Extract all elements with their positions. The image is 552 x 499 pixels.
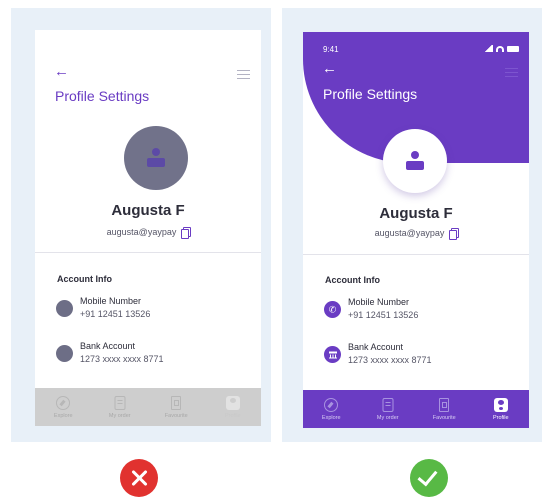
nav-item-profile[interactable]: Profile	[205, 388, 262, 426]
avatar[interactable]	[383, 129, 447, 193]
mobile-number-value: +91 12451 13526	[348, 310, 419, 320]
nav-label-favourite: Favourite	[432, 415, 456, 421]
page-title: Profile Settings	[323, 86, 418, 102]
phone-icon	[56, 300, 73, 317]
nav-label-favourite: Favourite	[164, 413, 188, 419]
email-row: augusta@yaypay	[35, 227, 261, 239]
bank-icon	[56, 345, 73, 362]
copy-icon[interactable]	[181, 227, 192, 239]
profile-name: Augusta F	[379, 205, 453, 222]
nav-label-explore: Explore	[321, 415, 341, 421]
profile-icon	[493, 398, 508, 412]
nav-item-explore[interactable]: Explore	[35, 388, 92, 426]
person-icon	[147, 148, 165, 168]
bank-account-label: Bank Account	[80, 341, 136, 351]
profile-email: augusta@yaypay	[374, 228, 445, 238]
bad-phone-screen: ← Profile Settings Augusta F augusta@yay…	[35, 30, 261, 426]
nav-item-explore[interactable]: Explore	[303, 390, 360, 428]
compass-icon	[56, 396, 71, 410]
divider	[35, 252, 261, 253]
nav-label-my-order: My order	[108, 413, 131, 419]
bottom-navigation: Explore My order Favourite Profile	[35, 388, 261, 426]
nav-label-my-order: My order	[376, 415, 399, 421]
profile-name: Augusta F	[111, 202, 185, 219]
account-info-heading: Account Info	[57, 274, 112, 284]
battery-icon	[507, 45, 519, 52]
nav-item-my-order[interactable]: My order	[92, 388, 149, 426]
divider	[303, 254, 529, 255]
mobile-number-value: +91 12451 13526	[80, 309, 151, 319]
profile-icon	[225, 396, 240, 410]
bad-example-panel: ← Profile Settings Augusta F augusta@yay…	[11, 8, 271, 442]
nav-label-profile: Profile	[224, 413, 241, 419]
bank-icon	[324, 346, 341, 363]
bank-account-value: 1273 xxxx xxxx 8771	[348, 355, 432, 365]
email-row: augusta@yaypay	[303, 228, 529, 240]
nav-item-profile[interactable]: Profile	[473, 390, 530, 428]
signal-icon	[484, 45, 493, 52]
status-icons	[484, 45, 519, 52]
compass-icon	[324, 398, 339, 412]
back-arrow-icon[interactable]: ←	[54, 64, 69, 79]
nav-label-profile: Profile	[492, 415, 509, 421]
phone-icon: ✆	[324, 301, 341, 318]
bookmark-icon	[439, 398, 450, 412]
cross-icon	[120, 459, 158, 497]
avatar[interactable]	[124, 126, 188, 190]
status-time: 9:41	[323, 45, 339, 54]
bottom-navigation: Explore My order Favourite Profile	[303, 390, 529, 428]
copy-icon[interactable]	[449, 228, 460, 240]
profile-email: augusta@yaypay	[106, 227, 177, 237]
document-icon	[382, 398, 394, 412]
wifi-icon	[496, 45, 504, 52]
account-info-heading: Account Info	[325, 275, 380, 285]
mobile-number-label: Mobile Number	[348, 297, 410, 307]
bank-account-label: Bank Account	[348, 342, 404, 352]
hamburger-menu-icon[interactable]	[237, 70, 250, 79]
nav-item-favourite[interactable]: Favourite	[148, 388, 205, 426]
good-example-panel: 9:41 ← Profile Settings Augusta F august…	[282, 8, 542, 442]
bank-account-value: 1273 xxxx xxxx 8771	[80, 354, 164, 364]
bookmark-icon	[171, 396, 182, 410]
document-icon	[114, 396, 126, 410]
page-title: Profile Settings	[55, 88, 150, 104]
hamburger-menu-icon[interactable]	[505, 68, 518, 77]
good-phone-screen: 9:41 ← Profile Settings Augusta F august…	[303, 32, 529, 428]
mobile-number-label: Mobile Number	[80, 296, 142, 306]
check-icon	[410, 459, 448, 497]
nav-item-favourite[interactable]: Favourite	[416, 390, 473, 428]
person-icon	[406, 151, 424, 171]
status-bar: 9:41	[323, 45, 519, 57]
back-arrow-icon[interactable]: ←	[322, 61, 337, 76]
nav-label-explore: Explore	[53, 413, 73, 419]
nav-item-my-order[interactable]: My order	[360, 390, 417, 428]
